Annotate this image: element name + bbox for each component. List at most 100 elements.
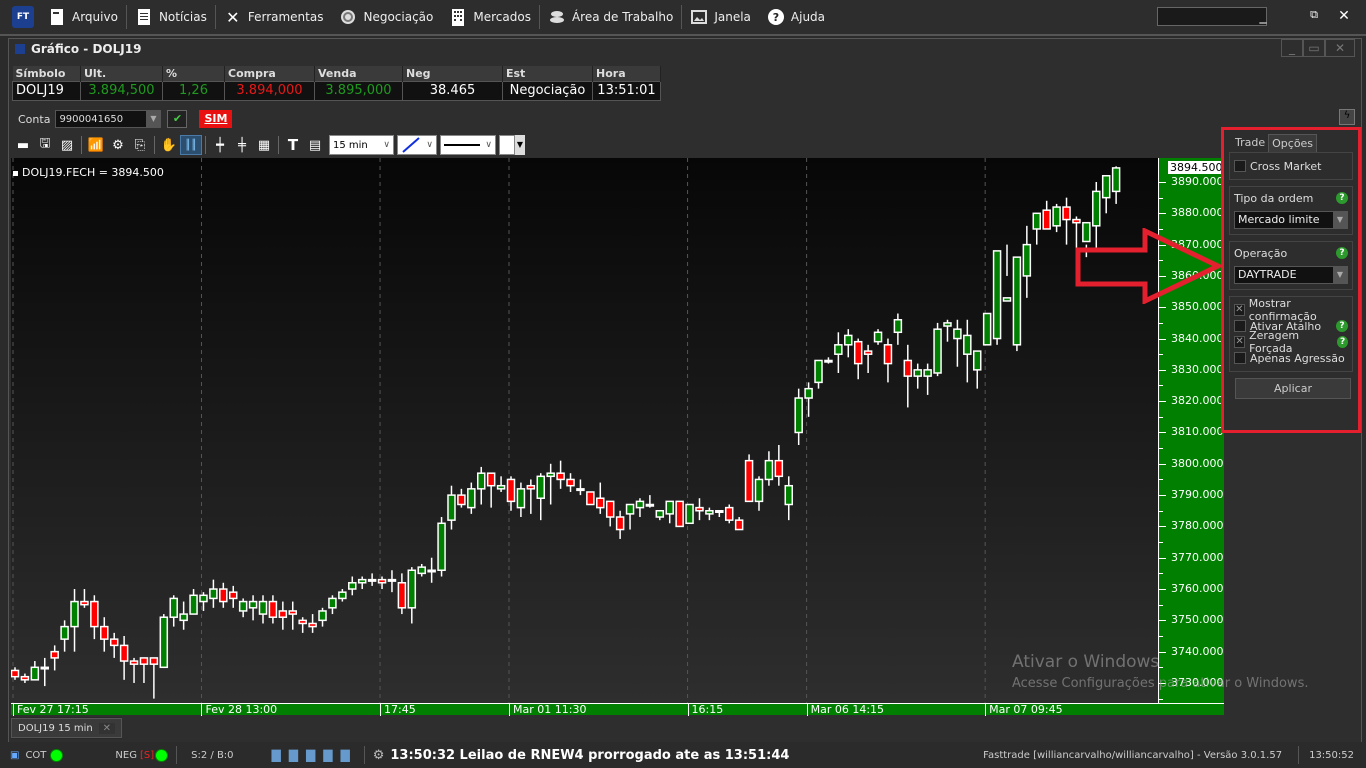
candlestick-icon: ║║ xyxy=(184,139,198,151)
window-maximize-button[interactable]: ▭ xyxy=(1303,39,1325,57)
order-type-select[interactable]: Mercado limite ▼ xyxy=(1234,211,1348,229)
interval-select[interactable]: 15 min ∨ xyxy=(329,135,394,155)
y-tick-label: 3820.000 xyxy=(1171,394,1224,408)
text-button[interactable]: T xyxy=(282,135,304,155)
window-minimize-button[interactable]: _ xyxy=(1281,39,1303,57)
quote-value: 13:51:01 xyxy=(592,80,661,101)
menu-noticias[interactable]: Notícias xyxy=(127,0,215,35)
candle xyxy=(1052,203,1061,233)
help-icon[interactable]: ? xyxy=(1336,320,1348,332)
sim-badge[interactable]: SIM xyxy=(199,110,233,128)
checkbox[interactable]: ✕ xyxy=(1234,304,1245,316)
candle xyxy=(467,482,476,514)
server-icons: ▇▇▇▇▇ xyxy=(271,748,358,762)
candle-body xyxy=(209,588,218,600)
candle xyxy=(665,500,674,524)
candle xyxy=(397,573,407,615)
line-style-select[interactable]: ∨ xyxy=(440,135,496,155)
candle xyxy=(576,479,585,496)
fill-color-select[interactable] xyxy=(499,135,515,155)
candle-body xyxy=(586,491,595,506)
menu-ferramentas[interactable]: ✕ Ferramentas xyxy=(216,0,332,35)
candle-body xyxy=(447,494,456,521)
cross-market-label: Cross Market xyxy=(1250,159,1322,173)
candle-body xyxy=(625,503,635,515)
candle xyxy=(1101,174,1111,214)
checkbox[interactable] xyxy=(1234,352,1246,364)
account-row: Conta 9900041650 ▼ ✔ SIM xyxy=(12,108,233,130)
menu-arquivo[interactable]: Arquivo xyxy=(40,0,126,35)
operation-select[interactable]: DAYTRADE ▼ xyxy=(1234,266,1348,284)
save-button[interactable]: 🖫 xyxy=(34,135,56,155)
neg-label: NEG xyxy=(115,749,137,761)
confirm-account-button[interactable]: ✔ xyxy=(167,110,188,128)
candle-body xyxy=(476,472,486,490)
candle-body xyxy=(655,510,665,518)
candle-body xyxy=(754,478,764,503)
status-message: 13:50:32 Leilao de RNEW4 prorrogado ate … xyxy=(390,747,790,763)
grid-button[interactable]: ▦ xyxy=(253,135,275,155)
line-color-select[interactable]: ∨ xyxy=(397,135,437,155)
tab-opcoes[interactable]: Opções xyxy=(1268,134,1318,152)
candle-body xyxy=(566,478,575,487)
menu-mercados[interactable]: Mercados xyxy=(441,0,539,35)
window-controls: _ ▭ ✕ xyxy=(1281,39,1355,57)
quote-header: Neg xyxy=(402,66,503,81)
menu-label: Ajuda xyxy=(790,10,826,24)
candle-body xyxy=(605,500,615,518)
lightning-button[interactable]: ϟ xyxy=(1339,109,1355,125)
apply-button[interactable]: Aplicar xyxy=(1235,378,1351,399)
news-icon xyxy=(135,8,153,26)
account-select[interactable]: 9900041650 ▼ xyxy=(55,110,162,128)
option-mostrar-confirmacao[interactable]: ✕ Mostrar confirmação xyxy=(1234,297,1348,323)
menu-ajuda[interactable]: ? Ajuda xyxy=(759,0,833,35)
open-button[interactable]: ▬ xyxy=(12,135,34,155)
x-axis[interactable]: Fev 27 17:15 Fev 28 13:00 17:45 Mar 01 11:3… xyxy=(11,703,1224,716)
option-apenas-agressao[interactable]: Apenas Agressão xyxy=(1234,350,1348,366)
candle-body xyxy=(109,638,119,647)
candle xyxy=(100,617,109,652)
window-close-button[interactable]: ✕ xyxy=(1325,39,1355,57)
operation-value: DAYTRADE xyxy=(1238,268,1297,281)
close-tab-icon[interactable]: ✕ xyxy=(98,722,115,734)
candle xyxy=(526,479,536,514)
settings-button[interactable]: ⚙ xyxy=(107,135,129,155)
quote-value: 1,26 xyxy=(162,80,225,101)
template-button[interactable]: ⎘ xyxy=(129,135,151,155)
help-icon[interactable]: ? xyxy=(1336,247,1348,259)
candlestick-chart xyxy=(10,158,1121,703)
fill-dropdown-button[interactable]: ▼ xyxy=(515,135,525,155)
tab-trade[interactable]: Trade xyxy=(1232,134,1268,152)
minimize-button[interactable]: _ xyxy=(1253,8,1273,24)
app-logo[interactable]: FT xyxy=(12,6,34,28)
y-tick xyxy=(1159,495,1166,497)
y-tick-label: 3880.000 xyxy=(1171,206,1224,220)
help-icon[interactable]: ? xyxy=(1337,336,1348,348)
status-clock: 13:50:52 xyxy=(1309,749,1354,761)
indicators-button[interactable]: 📶 xyxy=(85,135,107,155)
crosshair-button[interactable]: ╪ xyxy=(231,135,253,155)
cross-market-checkbox[interactable] xyxy=(1234,160,1246,172)
y-tick xyxy=(1159,213,1166,215)
candles-button[interactable]: ║║ xyxy=(180,135,202,155)
image-button[interactable]: ▨ xyxy=(56,135,78,155)
close-button[interactable]: ✕ xyxy=(1334,8,1354,24)
cursor-button[interactable]: ┿ xyxy=(209,135,231,155)
restore-button[interactable]: ⧉ xyxy=(1304,8,1324,22)
menu-negociacao[interactable]: Negociação xyxy=(331,0,441,35)
menu-area-de-trabalho[interactable]: Área de Trabalho xyxy=(540,0,681,35)
quote-value: Negociação xyxy=(502,80,593,101)
help-icon[interactable]: ? xyxy=(1336,192,1348,204)
pan-button[interactable]: ✋ xyxy=(158,135,180,155)
chart-area[interactable] xyxy=(10,158,1158,703)
option-zeragem-forcada[interactable]: ✕ Zeragem Forçada? xyxy=(1234,329,1348,355)
calculator-button[interactable]: ▤ xyxy=(304,135,326,155)
candle xyxy=(129,657,139,683)
x-tick-label: Mar 06 14:15 xyxy=(806,704,884,716)
checkbox[interactable] xyxy=(1234,320,1246,332)
top-search-input[interactable] xyxy=(1157,7,1267,26)
help-icon: ? xyxy=(767,8,785,26)
menu-janela[interactable]: Janela xyxy=(682,0,759,35)
chart-tab[interactable]: DOLJ19 15 min ✕ xyxy=(11,718,122,738)
checkbox[interactable]: ✕ xyxy=(1234,336,1246,348)
